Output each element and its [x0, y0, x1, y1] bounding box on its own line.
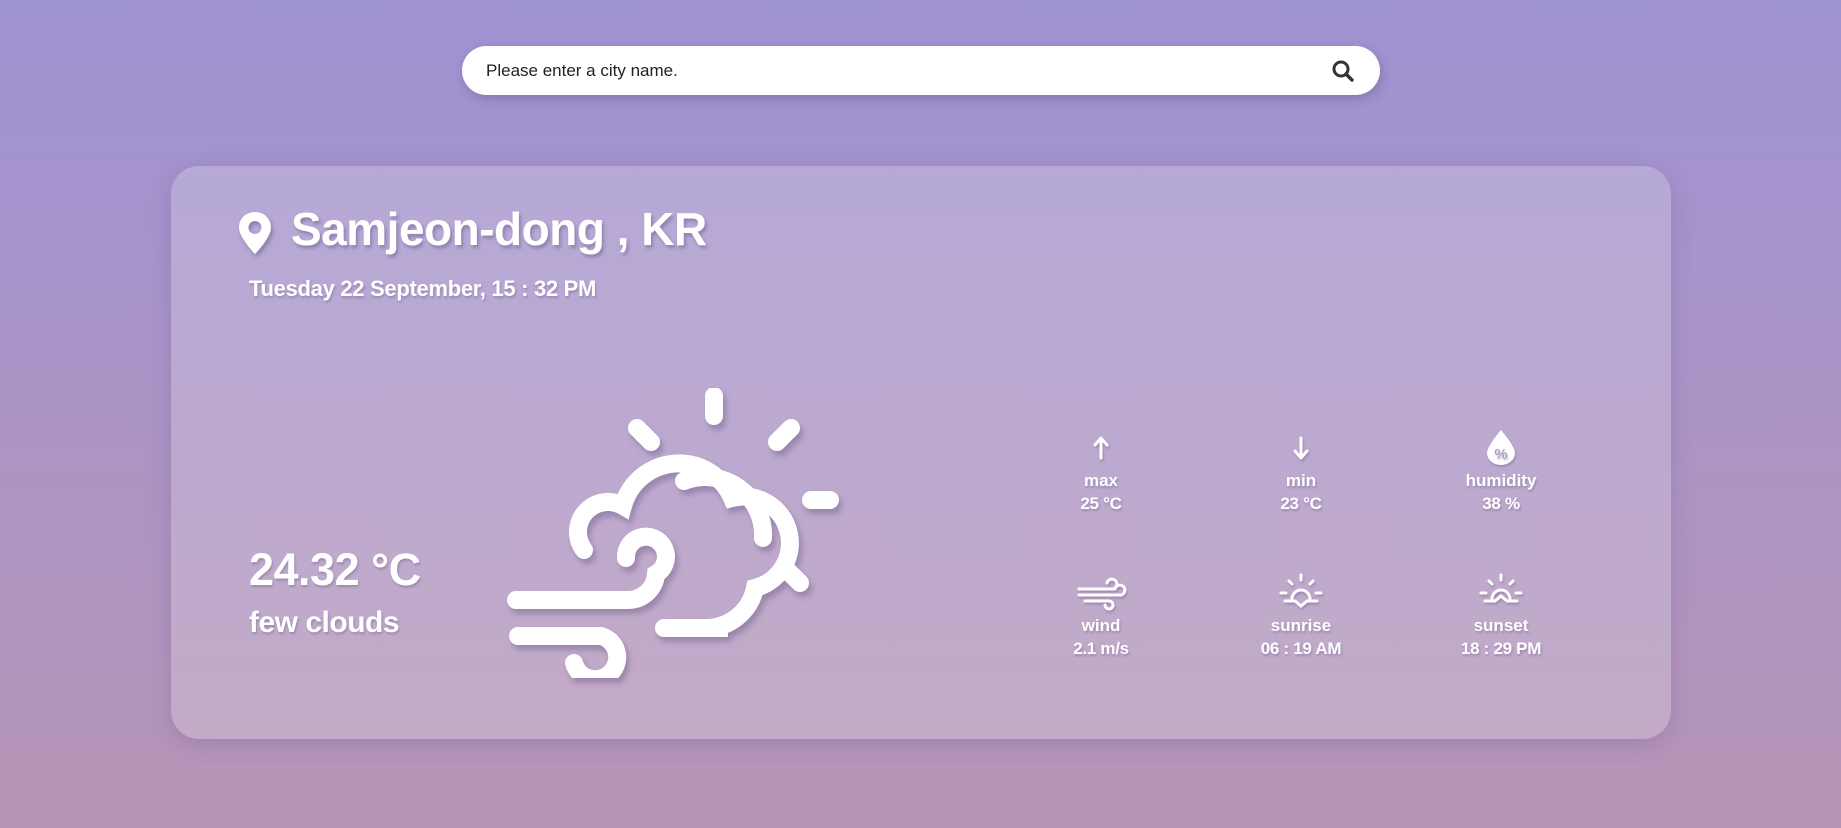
- stat-humidity-label: humidity: [1465, 471, 1537, 490]
- arrow-down-icon: [1293, 436, 1309, 460]
- stat-sunset-value: 18 : 29 PM: [1460, 639, 1542, 658]
- stat-sunset-label: sunset: [1473, 616, 1529, 635]
- stat-humidity: % humidity 38 %: [1431, 428, 1571, 516]
- sunrise-icon: [1279, 573, 1323, 608]
- stat-sunrise-value: 06 : 19 AM: [1260, 639, 1342, 658]
- current-temperature: 24.32 °C: [249, 544, 421, 595]
- location-pin-icon: [239, 212, 271, 254]
- search-bar: [462, 46, 1380, 95]
- stat-max-value: 25 °C: [1080, 494, 1122, 513]
- stat-min-value: 23 °C: [1280, 494, 1322, 513]
- stat-min-label: min: [1285, 471, 1317, 490]
- stat-wind: wind 2.1 m/s: [1031, 573, 1171, 661]
- stat-min: min 23 °C: [1231, 428, 1371, 516]
- stat-sunset: sunset 18 : 29 PM: [1431, 573, 1571, 661]
- stat-wind-value: 2.1 m/s: [1073, 639, 1129, 658]
- stat-max-label: max: [1083, 471, 1119, 490]
- current-datetime: Tuesday 22 September, 15 : 32 PM: [249, 276, 597, 301]
- wind-icon: [1077, 577, 1127, 611]
- stat-sunrise-label: sunrise: [1270, 616, 1332, 635]
- partly-cloudy-windy-icon: [507, 388, 839, 678]
- humidity-drop-icon: %: [1487, 430, 1515, 465]
- sunset-icon: [1479, 573, 1523, 603]
- weather-description: few clouds: [249, 606, 400, 639]
- stat-wind-label: wind: [1081, 616, 1121, 635]
- svg-text:%: %: [1494, 446, 1507, 463]
- search-icon[interactable]: [1330, 58, 1356, 84]
- stat-max: max 25 °C: [1031, 428, 1171, 516]
- location-name: Samjeon-dong , KR: [291, 203, 707, 255]
- stat-sunrise: sunrise 06 : 19 AM: [1231, 573, 1371, 661]
- weather-card: Samjeon-dong , KR Tuesday 22 September, …: [171, 166, 1671, 739]
- arrow-up-icon: [1093, 436, 1109, 460]
- stat-humidity-value: 38 %: [1482, 494, 1520, 513]
- city-search-input[interactable]: [486, 46, 1306, 95]
